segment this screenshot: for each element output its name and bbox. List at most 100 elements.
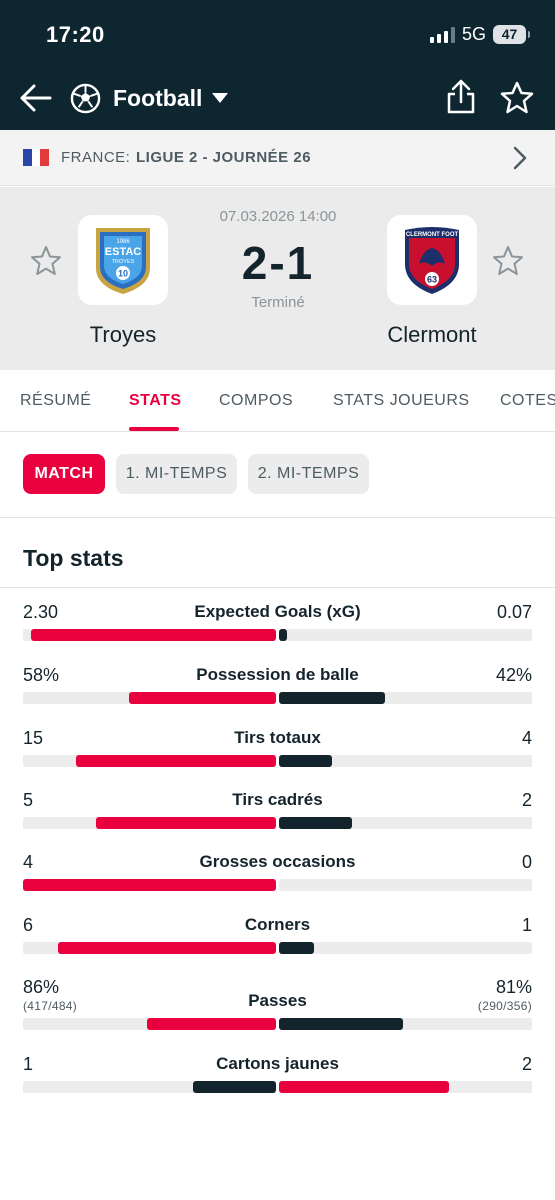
period-first-half-button[interactable]: 1. MI-TEMPS [116,454,237,494]
tab-stats[interactable]: STATS [129,392,182,410]
star-icon [500,81,534,114]
stat-home-track [23,692,276,704]
stat-away-track [279,942,532,954]
stat-home-bar [76,755,276,767]
stat-row: 1 Cartons jaunes 2 [0,1054,555,1114]
away-team-name[interactable]: Clermont [352,322,512,348]
tab-stats-joueurs[interactable]: STATS JOUEURS [333,392,470,410]
stat-home-track [23,1018,276,1030]
divider [0,587,555,588]
stat-home-track [23,1081,276,1093]
chevron-down-icon [212,93,229,103]
match-tabs: RÉSUMÉ STATS COMPOS STATS JOUEURS COTES [0,370,555,432]
stat-home-bar [30,629,276,641]
away-logo-name: CLERMONT FOOT [406,232,459,238]
stat-home-bar [96,817,276,829]
stat-away-bar [279,755,333,767]
stat-home-track [23,817,276,829]
stat-away-track [279,755,532,767]
stat-home-track [23,942,276,954]
away-logo-number: 63 [427,275,437,285]
status-time: 17:20 [46,22,105,47]
stat-row: 15 Tirs totaux 4 [0,728,555,788]
stat-home-bar [192,1081,276,1093]
sport-selector[interactable]: Football [70,80,229,116]
league-country: FRANCE: [61,149,131,166]
match-score: 2-1 [241,237,315,289]
stat-label: Grosses occasions [199,852,356,871]
match-date: 07.03.2026 14:00 [219,208,337,225]
back-button[interactable] [18,80,56,116]
stat-away-bar [279,942,315,954]
tab-compos[interactable]: COMPOS [219,392,293,410]
share-button[interactable] [444,78,478,116]
stat-home-track [23,629,276,641]
signal-icon [430,27,455,43]
stat-away-track [279,879,532,891]
home-team-logo[interactable]: 1986 ESTAC TROYES 10 [78,215,168,305]
league-row[interactable]: FRANCE: LIGUE 2 - JOURNÉE 26 [0,130,555,186]
stat-away-track [279,692,532,704]
stat-home-track [23,879,276,891]
app-header: 17:20 5G 47 Football [0,0,555,130]
stat-row: 6 Corners 1 [0,915,555,975]
stat-away-value: 4 [521,728,532,748]
home-logo-acronym: ESTAC [105,246,142,258]
stat-label: Tirs cadrés [232,790,323,809]
stat-label: Passes [248,991,307,1010]
away-team-logo[interactable]: CLERMONT FOOT 63 [387,215,477,305]
home-logo-year: 1986 [116,239,130,245]
stat-away-bar [279,817,353,829]
sport-label: Football [113,84,203,111]
stat-label: Corners [244,915,311,934]
stat-row: 86% (417/484) Passes 81% (290/356) [0,977,555,1043]
stat-away-value: 81% [495,977,532,997]
stat-label: Tirs totaux [234,728,321,747]
arrow-left-icon [20,84,52,112]
period-match-button[interactable]: MATCH [23,454,105,494]
stat-away-track [279,817,532,829]
favorite-home-team-star-icon[interactable] [29,244,63,278]
stat-label: Possession de balle [196,665,359,684]
stat-home-bar [58,942,276,954]
favorite-away-team-star-icon[interactable] [491,244,525,278]
stat-away-bar [279,692,386,704]
stat-home-bar [129,692,276,704]
stat-away-bar [279,629,287,641]
stat-row: 4 Grosses occasions 0 [0,852,555,912]
stat-row: 58% Possession de balle 42% [0,665,555,725]
share-icon [447,79,475,114]
stat-label: Expected Goals (xG) [194,602,361,621]
stat-row: 2.30 Expected Goals (xG) 0.07 [0,602,555,662]
stat-label: Cartons jaunes [216,1054,339,1073]
stat-away-track [279,1018,532,1030]
home-logo-number: 10 [118,269,128,279]
troyes-crest-icon: 1986 ESTAC TROYES 10 [96,228,150,294]
stat-away-value: 2 [521,790,532,810]
stat-home-bar [23,879,276,891]
chevron-right-icon [513,146,527,170]
home-team-name[interactable]: Troyes [43,322,203,348]
stat-home-bar [146,1018,276,1030]
stat-away-track [279,629,532,641]
favorite-match-button[interactable] [499,80,535,116]
period-second-half-button[interactable]: 2. MI-TEMPS [248,454,369,494]
active-tab-indicator [129,427,179,431]
stat-home-track [23,755,276,767]
battery-icon: 47 [493,25,530,44]
stat-away-value: 0 [521,852,532,872]
home-logo-city: TROYES [112,259,135,265]
network-type: 5G [462,24,487,44]
stat-row: 5 Tirs cadrés 2 [0,790,555,850]
stat-away-subvalue: (290/356) [477,999,532,1013]
tab-resume[interactable]: RÉSUMÉ [20,392,91,410]
divider [0,517,555,518]
soccer-ball-icon [70,83,101,113]
match-status: Terminé [251,294,305,311]
tab-cotes[interactable]: COTES [500,392,555,410]
stat-away-track [279,1081,532,1093]
stat-away-value: 42% [495,665,532,685]
stat-away-value: 1 [521,915,532,935]
stat-away-value: 2 [521,1054,532,1074]
league-name: LIGUE 2 - JOURNÉE 26 [136,149,312,166]
